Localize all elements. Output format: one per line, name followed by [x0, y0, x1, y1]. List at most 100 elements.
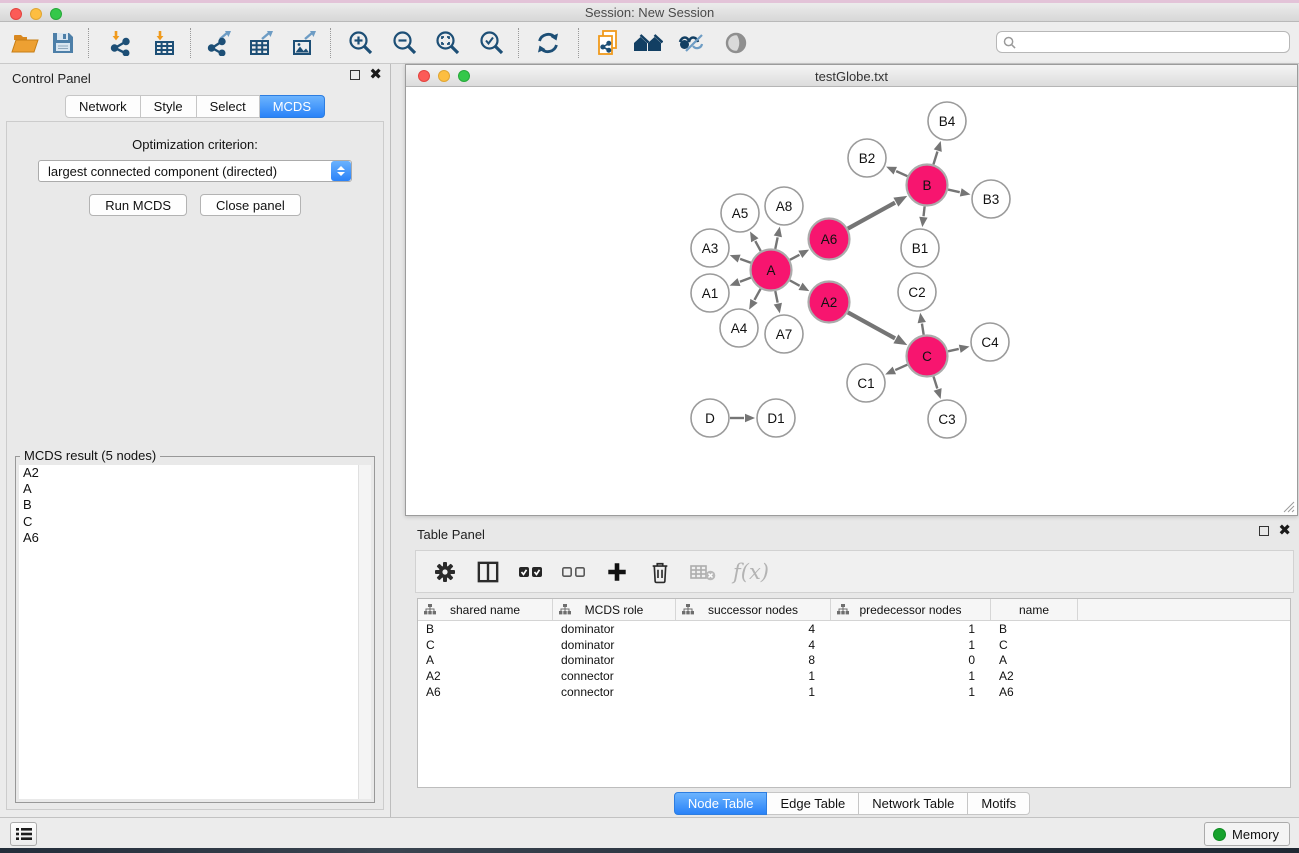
cell-shared-name[interactable]: C [418, 637, 553, 653]
graph-node-C4[interactable]: C4 [971, 323, 1009, 361]
edge-A-A2[interactable] [790, 280, 800, 285]
graph-node-D1[interactable]: D1 [757, 399, 795, 437]
deselect-all-icon[interactable] [561, 559, 587, 585]
cell-name[interactable]: C [991, 637, 1078, 653]
column-header-predecessor-nodes[interactable]: predecessor nodes [831, 599, 991, 620]
graph-node-C2[interactable]: C2 [898, 273, 936, 311]
edge-A-A7[interactable] [775, 291, 777, 303]
task-history-button[interactable] [10, 822, 37, 846]
zoom-out-icon[interactable] [388, 26, 422, 60]
float-table-panel-icon[interactable] [1259, 526, 1269, 536]
cell-mcds-role[interactable]: connector [553, 668, 676, 684]
cell-predecessor-nodes[interactable]: 1 [831, 637, 991, 653]
close-panel-icon[interactable]: ✖ [369, 70, 382, 80]
clone-network-icon[interactable] [591, 26, 625, 60]
graph-node-A1[interactable]: A1 [691, 274, 729, 312]
add-row-icon[interactable] [604, 559, 630, 585]
tab-edge-table[interactable]: Edge Table [767, 792, 859, 815]
result-item[interactable]: A2 [19, 465, 371, 481]
table-row[interactable]: A2connector11A2 [418, 668, 1290, 684]
cell-mcds-role[interactable]: dominator [553, 653, 676, 669]
graph-node-B[interactable]: B [907, 165, 948, 206]
cell-predecessor-nodes[interactable]: 1 [831, 668, 991, 684]
tab-style[interactable]: Style [141, 95, 197, 118]
cell-predecessor-nodes[interactable]: 1 [831, 684, 991, 700]
cell-mcds-role[interactable]: dominator [553, 637, 676, 653]
network-canvas[interactable]: B4B2BB3A5A8A6B1A3AA1C2A2A4A7C4CC1C3DD1 [406, 88, 1297, 515]
show-eye-icon[interactable] [719, 26, 753, 60]
run-mcds-button[interactable]: Run MCDS [89, 194, 187, 216]
import-network-icon[interactable] [104, 26, 138, 60]
tab-network-table[interactable]: Network Table [859, 792, 968, 815]
zoom-selected-icon[interactable] [475, 26, 509, 60]
graph-node-A2[interactable]: A2 [809, 282, 850, 323]
edge-A6-B[interactable] [848, 203, 895, 229]
criterion-dropdown[interactable]: largest connected component (directed) [38, 160, 352, 182]
cell-successor-nodes[interactable]: 8 [676, 653, 831, 669]
network-window-titlebar[interactable]: testGlobe.txt [406, 65, 1297, 87]
float-panel-icon[interactable] [350, 70, 360, 80]
table-row[interactable]: Cdominator41C [418, 637, 1290, 653]
graph-node-B4[interactable]: B4 [928, 102, 966, 140]
graph-node-A8[interactable]: A8 [765, 187, 803, 225]
edge-C-C4[interactable] [948, 349, 959, 351]
cell-mcds-role[interactable]: connector [553, 684, 676, 700]
tab-node-table[interactable]: Node Table [674, 792, 768, 815]
cell-shared-name[interactable]: A2 [418, 668, 553, 684]
column-header-successor-nodes[interactable]: successor nodes [676, 599, 831, 620]
result-item[interactable]: A6 [19, 530, 371, 546]
show-columns-icon[interactable] [475, 559, 501, 585]
column-header-shared-name[interactable]: shared name [418, 599, 553, 620]
edge-C-C3[interactable] [934, 376, 938, 388]
cell-predecessor-nodes[interactable]: 1 [831, 621, 991, 637]
graph-node-C[interactable]: C [907, 336, 948, 377]
edge-C-C2[interactable] [922, 324, 924, 335]
graph-node-B1[interactable]: B1 [901, 229, 939, 267]
memory-button[interactable]: Memory [1204, 822, 1290, 846]
graph-node-A4[interactable]: A4 [720, 309, 758, 347]
cell-name[interactable]: A2 [991, 668, 1078, 684]
cell-shared-name[interactable]: A6 [418, 684, 553, 700]
graph-node-A3[interactable]: A3 [691, 229, 729, 267]
save-session-icon[interactable] [46, 26, 80, 60]
edge-C-C1[interactable] [895, 365, 907, 370]
cell-shared-name[interactable]: B [418, 621, 553, 637]
cell-shared-name[interactable]: A [418, 653, 553, 669]
tab-network[interactable]: Network [65, 95, 141, 118]
edge-A-A6[interactable] [790, 255, 799, 260]
edge-B-B2[interactable] [896, 171, 907, 176]
graph-node-A7[interactable]: A7 [765, 315, 803, 353]
tab-select[interactable]: Select [197, 95, 260, 118]
edge-A-A8[interactable] [775, 237, 777, 249]
zoom-fit-icon[interactable] [431, 26, 465, 60]
refresh-icon[interactable] [531, 26, 565, 60]
edge-A2-C[interactable] [848, 312, 895, 338]
close-panel-button[interactable]: Close panel [200, 194, 301, 216]
cell-name[interactable]: A6 [991, 684, 1078, 700]
result-scrollbar[interactable] [358, 465, 371, 799]
result-item[interactable]: B [19, 497, 371, 513]
settings-gear-icon[interactable] [432, 559, 458, 585]
edge-B-B4[interactable] [933, 152, 937, 165]
node-table[interactable]: shared nameMCDS rolesuccessor nodesprede… [417, 598, 1291, 788]
cell-mcds-role[interactable]: dominator [553, 621, 676, 637]
close-table-panel-icon[interactable]: ✖ [1278, 526, 1291, 536]
result-item[interactable]: A [19, 481, 371, 497]
edge-A-A5[interactable] [755, 241, 760, 251]
edge-B-B3[interactable] [948, 190, 960, 193]
hide-glasses-icon[interactable] [674, 26, 708, 60]
column-header-mcds-role[interactable]: MCDS role [553, 599, 676, 620]
result-item[interactable]: C [19, 514, 371, 530]
graph-node-B3[interactable]: B3 [972, 180, 1010, 218]
tab-mcds[interactable]: MCDS [260, 95, 325, 118]
edge-A-A3[interactable] [740, 259, 751, 263]
search-input[interactable] [1020, 34, 1289, 50]
column-header-name[interactable]: name [991, 599, 1078, 620]
graph-node-B2[interactable]: B2 [848, 139, 886, 177]
select-all-icon[interactable] [518, 559, 544, 585]
table-row[interactable]: Adominator80A [418, 653, 1290, 669]
graph-node-C1[interactable]: C1 [847, 364, 885, 402]
import-table-icon[interactable] [148, 26, 182, 60]
graph-node-C3[interactable]: C3 [928, 400, 966, 438]
cell-successor-nodes[interactable]: 4 [676, 621, 831, 637]
